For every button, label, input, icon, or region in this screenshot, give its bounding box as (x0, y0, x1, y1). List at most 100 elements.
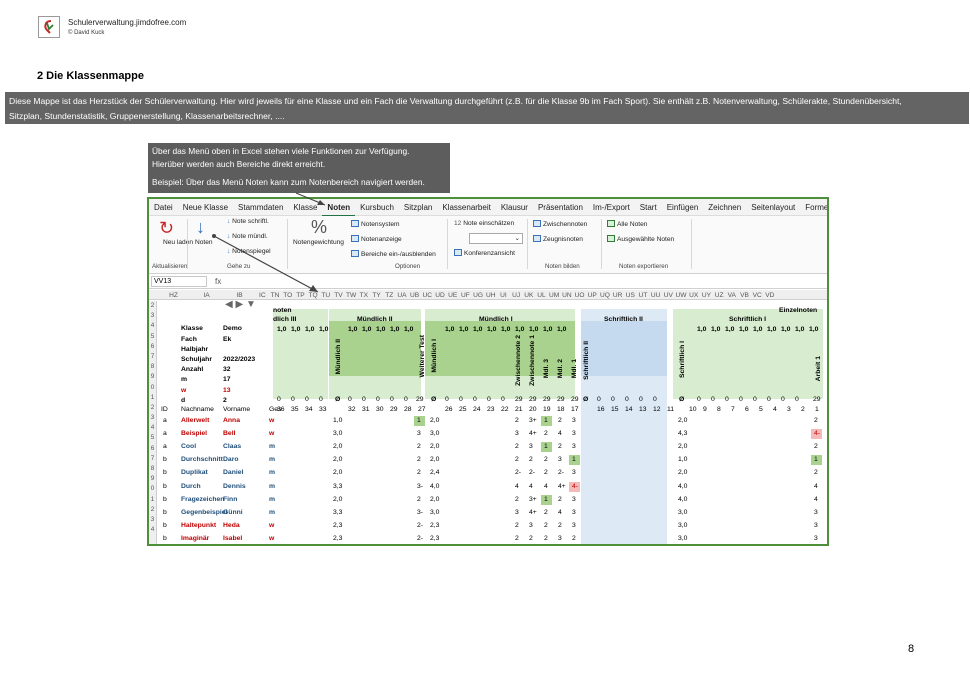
column-header[interactable]: IA (190, 291, 223, 299)
row-number[interactable]: 1 (149, 393, 156, 403)
note-dropdown[interactable]: ⌄ (469, 233, 523, 244)
column-header[interactable]: UY (700, 291, 713, 299)
row-number[interactable]: 3 (149, 311, 156, 321)
menu-item-9[interactable]: Präsentation (533, 199, 588, 216)
notenspiegel-button[interactable]: ↓ Notenspiegel (227, 248, 271, 255)
menu-item-12[interactable]: Einfügen (662, 199, 704, 216)
column-header[interactable]: UN (561, 291, 574, 299)
column-header[interactable]: TY (370, 291, 383, 299)
column-header[interactable]: UV (662, 291, 675, 299)
column-header[interactable]: UB (408, 291, 421, 299)
column-header[interactable]: UW (675, 291, 688, 299)
row-number[interactable]: 9 (149, 372, 156, 382)
zwischennoten-button[interactable]: Zwischennoten (533, 220, 587, 228)
menu-item-1[interactable]: Neue Klasse (178, 199, 233, 216)
row-number[interactable]: 9 (149, 474, 156, 484)
alle-noten-button[interactable]: Alle Noten (607, 220, 647, 228)
menu-item-10[interactable]: Im-/Export (588, 199, 635, 216)
menu-item-4[interactable]: Noten (322, 200, 356, 217)
menu-item-11[interactable]: Start (635, 199, 662, 216)
column-header[interactable]: UC (421, 291, 434, 299)
row-number[interactable]: 4 (149, 321, 156, 331)
row-number[interactable]: 8 (149, 362, 156, 372)
konferenzansicht-button[interactable]: Konferenzansicht (454, 249, 515, 257)
column-header[interactable]: UJ (510, 291, 523, 299)
menu-item-6[interactable]: Sitzplan (399, 199, 437, 216)
notensystem-button[interactable]: Notensystem (351, 220, 399, 228)
column-header[interactable]: TU (319, 291, 332, 299)
column-header[interactable]: UG (472, 291, 485, 299)
row-number[interactable]: 8 (149, 464, 156, 474)
row-number[interactable]: 0 (149, 383, 156, 393)
column-header[interactable]: VB (738, 291, 751, 299)
column-header[interactable]: UK (522, 291, 535, 299)
menu-item-0[interactable]: Datei (149, 199, 178, 216)
nav-arrows-icon[interactable]: ◀ ▶ ▼ (225, 300, 256, 310)
row-number[interactable]: 3 (149, 413, 156, 423)
column-header[interactable]: TX (358, 291, 371, 299)
column-header[interactable]: TN (269, 291, 282, 299)
note-einschaetzen-button[interactable]: 12 Note einschätzen (454, 220, 514, 227)
row-number[interactable]: 4 (149, 525, 156, 535)
column-header[interactable]: VA (725, 291, 738, 299)
menu-item-14[interactable]: Seitenlayout (746, 199, 800, 216)
row-number[interactable]: 6 (149, 444, 156, 454)
note-muendl-button[interactable]: ↓ Note mündl. (227, 233, 268, 240)
column-header[interactable]: UR (611, 291, 624, 299)
row-number[interactable]: 7 (149, 352, 156, 362)
column-header[interactable]: TO (281, 291, 294, 299)
row-number[interactable]: 0 (149, 484, 156, 494)
column-header[interactable]: UP (586, 291, 599, 299)
column-header[interactable]: TZ (383, 291, 396, 299)
column-header[interactable]: UQ (599, 291, 612, 299)
menu-item-15[interactable]: Formeln (800, 199, 827, 216)
column-header[interactable]: HZ (157, 291, 190, 299)
row-number[interactable]: 3 (149, 515, 156, 525)
column-header[interactable]: TQ (307, 291, 320, 299)
column-header[interactable]: VD (764, 291, 777, 299)
name-box[interactable]: VV13 (151, 276, 207, 287)
menu-item-8[interactable]: Klausur (496, 199, 533, 216)
row-number[interactable]: 6 (149, 342, 156, 352)
column-header[interactable]: UM (548, 291, 561, 299)
column-header[interactable]: TV (332, 291, 345, 299)
row-number[interactable]: 5 (149, 433, 156, 443)
row-number[interactable]: 4 (149, 423, 156, 433)
zeugnisnoten-button[interactable]: Zeugnisnoten (533, 235, 583, 243)
column-header[interactable]: UD (434, 291, 447, 299)
notenanzeige-button[interactable]: Notenanzeige (351, 235, 402, 243)
row-number[interactable]: 7 (149, 454, 156, 464)
column-header[interactable]: UO (573, 291, 586, 299)
menu-item-7[interactable]: Klassenarbeit (437, 199, 495, 216)
row-number[interactable]: 2 (149, 505, 156, 515)
ausgewaehlte-noten-button[interactable]: Ausgewählte Noten (607, 235, 674, 243)
column-header[interactable]: UX (687, 291, 700, 299)
column-header[interactable]: UU (649, 291, 662, 299)
column-header[interactable]: UA (396, 291, 409, 299)
row-number[interactable]: 1 (149, 495, 156, 505)
column-header[interactable]: UF (459, 291, 472, 299)
column-header[interactable]: VC (751, 291, 764, 299)
column-header[interactable]: US (624, 291, 637, 299)
note-schriftl-button[interactable]: ↓ Note schriftl. (227, 218, 269, 225)
column-header[interactable]: UZ (713, 291, 726, 299)
row-number[interactable]: 5 (149, 332, 156, 342)
column-header[interactable]: TP (294, 291, 307, 299)
menu-item-3[interactable]: Klasse (288, 199, 322, 216)
column-header[interactable]: TW (345, 291, 358, 299)
column-header[interactable]: UE (446, 291, 459, 299)
reload-button[interactable]: Neu laden (163, 239, 193, 246)
column-header[interactable]: UT (637, 291, 650, 299)
column-header[interactable]: IC (256, 291, 269, 299)
column-header[interactable]: UI (497, 291, 510, 299)
column-header[interactable]: UL (535, 291, 548, 299)
row-number[interactable]: 2 (149, 301, 156, 311)
menu-item-2[interactable]: Stammdaten (233, 199, 288, 216)
bereiche-button[interactable]: Bereiche ein-/ausblenden (351, 250, 436, 258)
column-header[interactable]: UH (484, 291, 497, 299)
menu-item-13[interactable]: Zeichnen (703, 199, 746, 216)
menu-item-5[interactable]: Kursbuch (355, 199, 399, 216)
row-number[interactable]: 2 (149, 403, 156, 413)
noten-button[interactable]: Noten (195, 239, 213, 246)
notengewichtung-button[interactable]: Notengewichtung (293, 239, 344, 246)
